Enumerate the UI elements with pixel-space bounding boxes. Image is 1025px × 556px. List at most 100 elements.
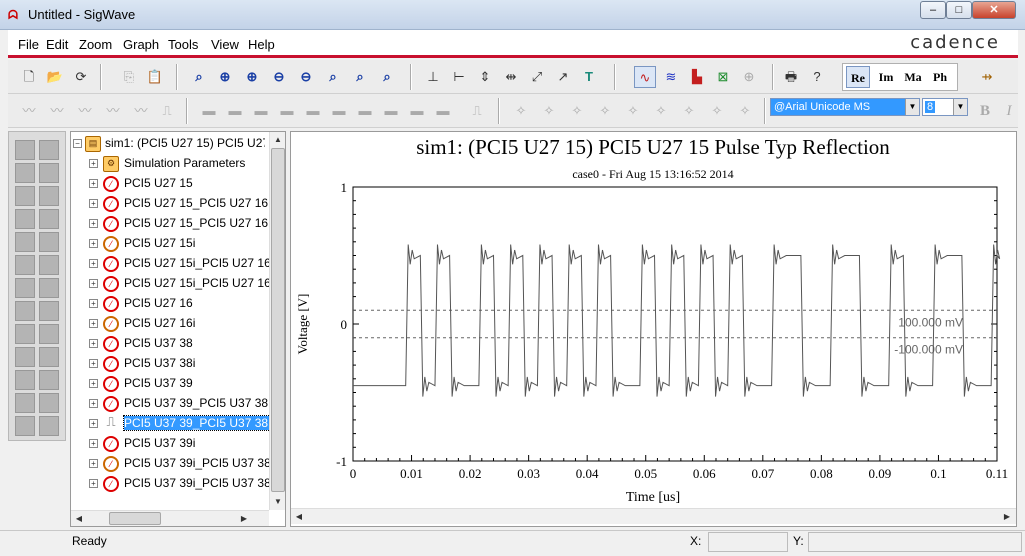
tree-item[interactable]: + ⁄ PCI5 U27 15 xyxy=(71,174,271,194)
zoom-out-icon[interactable]: ⊖ xyxy=(268,66,290,88)
expand-icon[interactable]: + xyxy=(89,399,98,408)
line-width-8-icon[interactable]: ▬ xyxy=(380,100,402,122)
line-width-5-icon[interactable]: ▬ xyxy=(302,100,324,122)
palette-cell[interactable] xyxy=(15,232,35,252)
italic-button[interactable]: I xyxy=(998,100,1020,122)
scroll-down-icon[interactable]: ▼ xyxy=(270,494,286,510)
refresh-icon[interactable]: ⟳ xyxy=(70,66,92,88)
palette-cell[interactable] xyxy=(15,370,35,390)
tree-item[interactable]: + ⁄ PCI5 U37 38i xyxy=(71,354,271,374)
imag-button[interactable]: Im xyxy=(874,66,898,88)
scroll-up-icon[interactable]: ▲ xyxy=(270,132,286,148)
expand-icon[interactable]: + xyxy=(89,439,98,448)
tree-horizontal-scrollbar[interactable]: ◀ ▶ xyxy=(71,510,269,526)
line-width-1-icon[interactable]: ▬ xyxy=(198,100,220,122)
chevron-down-icon[interactable]: ▼ xyxy=(953,99,967,115)
tree-item[interactable]: + ⁄ PCI5 U27 15_PCI5 U27 16 xyxy=(71,194,271,214)
line-style-1-icon[interactable]: 〰 xyxy=(18,100,40,122)
marker-style-5-icon[interactable]: ✧ xyxy=(622,100,644,122)
palette-cell[interactable] xyxy=(39,140,59,160)
line-width-4-icon[interactable]: ▬ xyxy=(276,100,298,122)
menu-graph[interactable]: Graph xyxy=(123,37,159,52)
palette-cell[interactable] xyxy=(39,163,59,183)
palette-cell[interactable] xyxy=(39,416,59,436)
menu-view[interactable]: View xyxy=(211,37,239,52)
expand-icon[interactable]: + xyxy=(89,459,98,468)
expand-icon[interactable]: + xyxy=(89,279,98,288)
menu-tools[interactable]: Tools xyxy=(168,37,198,52)
copy-icon[interactable]: ⎘ xyxy=(118,66,140,88)
expand-icon[interactable]: + xyxy=(89,339,98,348)
minimize-button[interactable]: – xyxy=(920,1,946,19)
print-icon[interactable]: 🖶 xyxy=(780,66,802,88)
palette-cell[interactable] xyxy=(15,186,35,206)
zoom-in-x-icon[interactable]: ⊕ xyxy=(241,66,263,88)
palette-cell[interactable] xyxy=(15,324,35,344)
tree-root[interactable]: − ▤ sim1: (PCI5 U27 15) PCI5 U27 15 Puls… xyxy=(71,134,271,154)
scroll-thumb[interactable] xyxy=(271,148,285,492)
bold-button[interactable]: B xyxy=(974,100,996,122)
palette-cell[interactable] xyxy=(15,255,35,275)
new-icon[interactable]: 🗋 xyxy=(18,66,40,88)
zoom-window-icon[interactable]: ⌕ xyxy=(376,66,398,88)
zoom-1-2-icon[interactable]: ⌕ xyxy=(349,66,371,88)
palette-cell[interactable] xyxy=(15,301,35,321)
palette-cell[interactable] xyxy=(39,324,59,344)
scroll-left-icon[interactable]: ◀ xyxy=(291,509,307,525)
expand-icon[interactable]: + xyxy=(89,379,98,388)
tree-item[interactable]: + ⁄ PCI5 U37 39i xyxy=(71,434,271,454)
palette-cell[interactable] xyxy=(15,163,35,183)
expand-icon[interactable]: + xyxy=(89,179,98,188)
tree-item[interactable]: + ⁄ PCI5 U37 39_PCI5 U37 38 xyxy=(71,394,271,414)
font-select[interactable]: @Arial Unicode MS xyxy=(770,98,920,116)
digital-format-icon[interactable]: ⎍ xyxy=(466,100,488,122)
waveform-chart[interactable]: sim1: (PCI5 U27 15) PCI5 U27 15 Pulse Ty… xyxy=(291,132,1016,508)
collapse-icon[interactable]: − xyxy=(73,139,82,148)
palette-cell[interactable] xyxy=(39,370,59,390)
line-style-3-icon[interactable]: 〰 xyxy=(74,100,96,122)
expand-icon[interactable]: + xyxy=(89,419,98,428)
line-style-5-icon[interactable]: 〰 xyxy=(130,100,152,122)
expand-icon[interactable]: + xyxy=(89,239,98,248)
marker-style-2-icon[interactable]: ✧ xyxy=(538,100,560,122)
smith-icon[interactable]: ⊕ xyxy=(738,66,760,88)
graph-panel[interactable]: sim1: (PCI5 U27 15) PCI5 U27 15 Pulse Ty… xyxy=(290,131,1017,527)
eye-diagram-icon[interactable]: ⊠ xyxy=(712,66,734,88)
line-width-3-icon[interactable]: ▬ xyxy=(250,100,272,122)
phase-button[interactable]: Ph xyxy=(928,66,952,88)
zoom-y-icon[interactable]: ⌕ xyxy=(322,66,344,88)
tree-item[interactable]: + ⁄ PCI5 U27 15_PCI5 U27 16 xyxy=(71,214,271,234)
open-icon[interactable]: 📂 xyxy=(44,66,66,88)
palette-cell[interactable] xyxy=(15,393,35,413)
paste-icon[interactable]: 📋 xyxy=(144,66,166,88)
tree-item[interactable]: + ⎍ PCI5 U37 39_PCI5 U37 38 xyxy=(71,414,272,434)
chevron-down-icon[interactable]: ▼ xyxy=(905,99,919,115)
expand-icon[interactable]: + xyxy=(89,359,98,368)
palette-cell[interactable] xyxy=(39,347,59,367)
expand-icon[interactable]: + xyxy=(89,159,98,168)
tree-vertical-scrollbar[interactable]: ▲ ▼ xyxy=(269,132,285,510)
eye-icon[interactable]: ≋ xyxy=(660,66,682,88)
palette-cell[interactable] xyxy=(39,232,59,252)
help-icon[interactable]: ? xyxy=(806,66,828,88)
zoom-in-icon[interactable]: ⊕ xyxy=(214,66,236,88)
palette-cell[interactable] xyxy=(15,278,35,298)
vmarker-icon[interactable]: ⇹ xyxy=(500,66,522,88)
marker-icon[interactable]: ⊥ xyxy=(422,66,444,88)
palette-cell[interactable] xyxy=(15,209,35,229)
marker-style-9-icon[interactable]: ✧ xyxy=(734,100,756,122)
line-width-9-icon[interactable]: ▬ xyxy=(406,100,428,122)
palette-cell[interactable] xyxy=(15,140,35,160)
line-width-10-icon[interactable]: ▬ xyxy=(432,100,454,122)
digital-icon[interactable]: ⎍ xyxy=(156,100,178,122)
tree-item[interactable]: + ⁄ PCI5 U37 39 xyxy=(71,374,271,394)
line-width-6-icon[interactable]: ▬ xyxy=(328,100,350,122)
expand-icon[interactable]: + xyxy=(89,299,98,308)
menu-file[interactable]: File xyxy=(18,37,39,52)
tree-item[interactable]: + ⁄ PCI5 U27 16 xyxy=(71,294,271,314)
menu-edit[interactable]: Edit xyxy=(46,37,68,52)
mag-button[interactable]: Ma xyxy=(901,66,925,88)
menu-zoom[interactable]: Zoom xyxy=(79,37,112,52)
tree-item[interactable]: + ⁄ PCI5 U37 39i_PCI5 U37 38 xyxy=(71,474,271,494)
marker-style-8-icon[interactable]: ✧ xyxy=(706,100,728,122)
